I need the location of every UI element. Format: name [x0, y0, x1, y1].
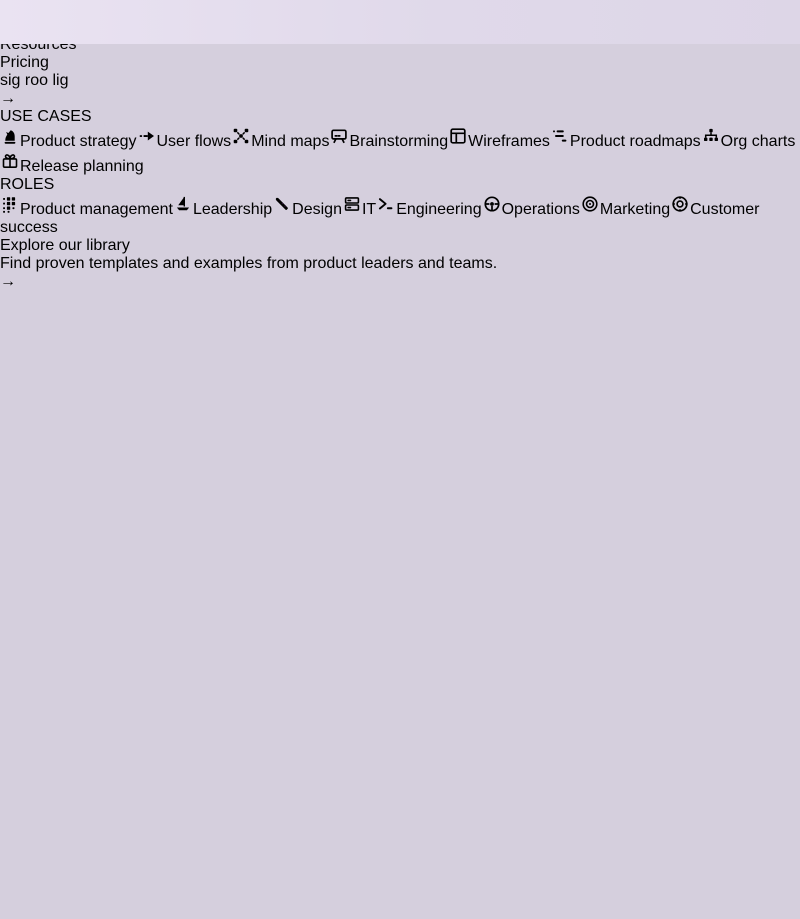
menu-item-product-roadmaps[interactable]: Product roadmaps	[550, 133, 701, 150]
explore-library-description: Find proven templates and examples from …	[0, 255, 800, 273]
menu-item-label: Product strategy	[20, 133, 137, 150]
menu-item-engineering[interactable]: Engineering	[376, 201, 481, 218]
menu-item-user-flows[interactable]: User flows	[137, 133, 232, 150]
next-arrow-button[interactable]: →	[0, 90, 800, 108]
top-banner	[0, 0, 800, 44]
menu-grid-roles: Product management Leadership Design IT Engi…	[0, 194, 800, 237]
nav-item-label: Pricing	[0, 54, 49, 71]
flow-arrow-icon	[137, 133, 157, 150]
terminal-icon	[376, 201, 396, 218]
target-icon	[580, 201, 600, 218]
arrow-right-icon: →	[0, 273, 16, 290]
menu-item-brainstorming[interactable]: Brainstorming	[329, 133, 448, 150]
sailboat-icon	[173, 201, 193, 218]
hero-headline-fragment: sig roo lig	[0, 72, 800, 90]
menu-item-label: Brainstorming	[349, 133, 448, 150]
menu-item-wireframes[interactable]: Wireframes	[448, 133, 550, 150]
menu-item-marketing[interactable]: Marketing	[580, 201, 670, 218]
menu-item-label: User flows	[157, 133, 232, 150]
roadmap-icon	[550, 133, 570, 150]
menu-item-org-charts[interactable]: Org charts	[701, 133, 796, 150]
page: ProductTemplatesResourcesPricing sig roo…	[0, 0, 800, 919]
menu-item-label: IT	[362, 201, 376, 218]
menu-item-design[interactable]: Design	[272, 201, 342, 218]
nav-item-pricing[interactable]: Pricing	[0, 54, 800, 72]
menu-item-label: Mind maps	[251, 133, 329, 150]
menu-item-operations[interactable]: Operations	[482, 201, 580, 218]
hero-cta-pill[interactable]: →	[0, 90, 800, 108]
menu-item-label: Product management	[20, 201, 173, 218]
menu-item-label: Release planning	[20, 158, 144, 175]
mind-map-icon	[231, 133, 251, 150]
wireframe-icon	[448, 133, 468, 150]
gift-icon	[0, 158, 20, 175]
menu-item-label: Wireframes	[468, 133, 550, 150]
menu-item-label: Operations	[502, 201, 580, 218]
menu-item-release-planning[interactable]: Release planning	[0, 158, 144, 175]
menu-item-mind-maps[interactable]: Mind maps	[231, 133, 329, 150]
chess-knight-icon	[0, 133, 20, 150]
whiteboard-icon	[329, 133, 349, 150]
menu-item-label: Leadership	[193, 201, 272, 218]
arrow-right-icon: →	[0, 90, 16, 107]
menu-item-leadership[interactable]: Leadership	[173, 201, 272, 218]
server-stack-icon	[342, 201, 362, 218]
explore-library-card[interactable]: Explore our library Find proven template…	[0, 237, 800, 290]
section-header-use-cases: USE CASES	[0, 108, 800, 126]
design-tools-icon	[272, 201, 292, 218]
menu-item-it[interactable]: IT	[342, 201, 376, 218]
menu-item-label: Design	[292, 201, 342, 218]
section-header-roles: ROLES	[0, 176, 800, 194]
menu-item-label: Org charts	[721, 133, 796, 150]
templates-dropdown-panel: USE CASES Product strategy User flows Mind …	[0, 108, 800, 291]
menu-item-label: Marketing	[600, 201, 670, 218]
org-chart-icon	[701, 133, 721, 150]
hero-background: sig roo lig	[0, 72, 800, 90]
menu-item-label: Product roadmaps	[570, 133, 701, 150]
steering-wheel-icon	[482, 201, 502, 218]
menu-grid-use-cases: Product strategy User flows Mind maps Brain…	[0, 126, 800, 176]
menu-item-product-management[interactable]: Product management	[0, 201, 173, 218]
menu-item-product-strategy[interactable]: Product strategy	[0, 133, 137, 150]
grid-dots-icon	[0, 201, 20, 218]
logo-fragment-icon	[0, 13, 9, 31]
explore-library-title: Explore our library	[0, 237, 800, 255]
lifebuoy-icon	[670, 201, 690, 218]
menu-item-label: Engineering	[396, 201, 481, 218]
